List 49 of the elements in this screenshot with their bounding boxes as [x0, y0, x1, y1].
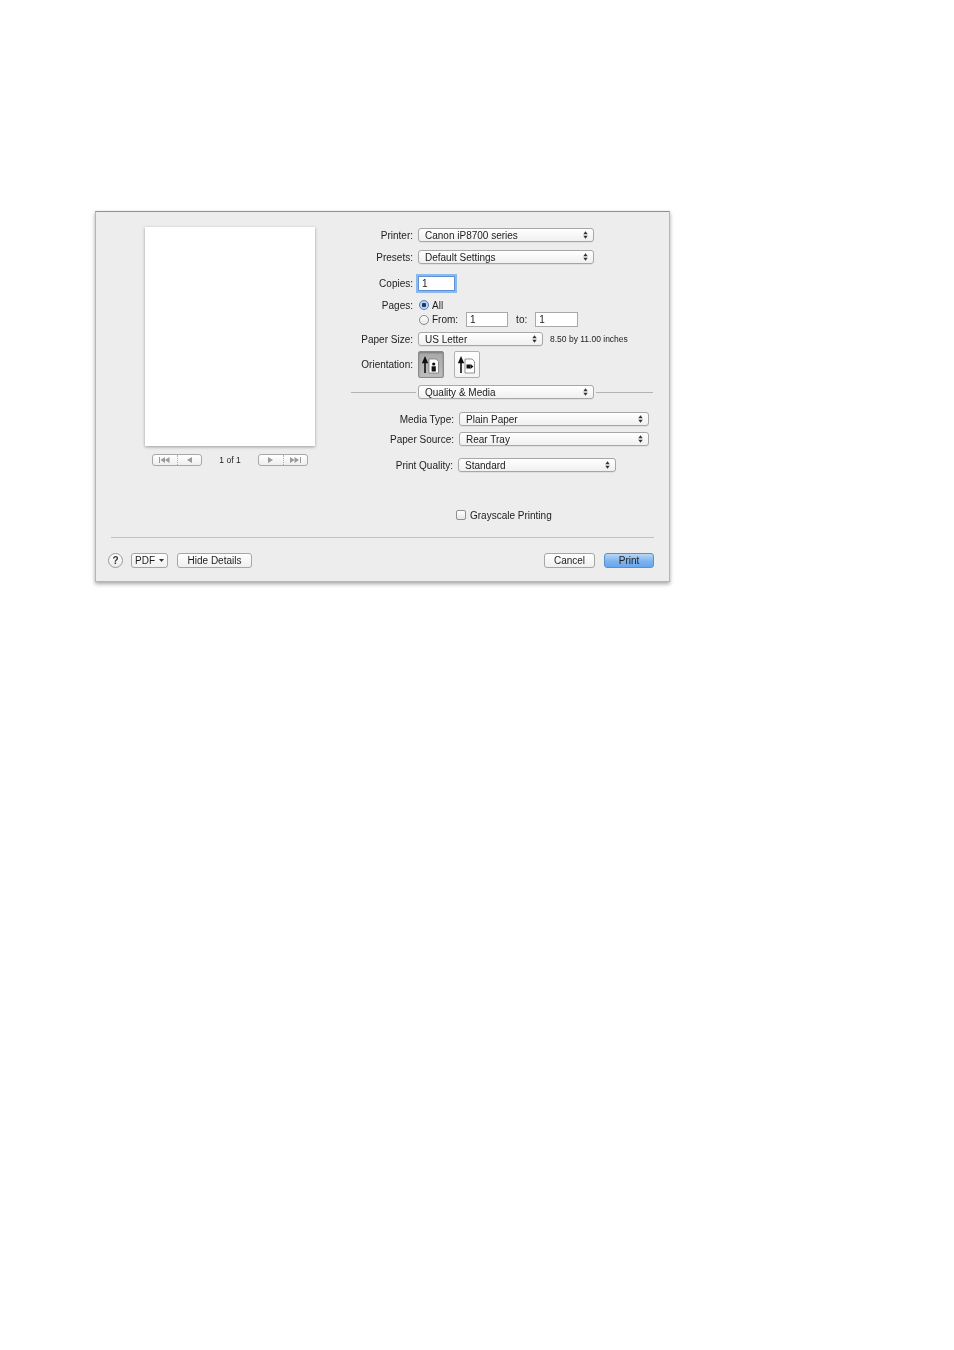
- up-down-arrows-icon: [605, 461, 610, 469]
- dialog-button[interactable]: Cancel: [544, 552, 595, 568]
- paper-dimensions: 8.50 by 11.00 inches: [550, 334, 628, 344]
- printer-popup[interactable]: Canon iP8700 series: [418, 228, 594, 242]
- media-type-label: Media Type:: [398, 413, 454, 425]
- portrait-page-icon: [422, 355, 440, 374]
- up-down-arrows-icon: [583, 253, 588, 261]
- caret-icon: [159, 558, 164, 562]
- radio-label: All: [432, 299, 444, 311]
- radio-button[interactable]: [419, 314, 429, 325]
- paper-source-popup[interactable]: Rear Tray: [459, 432, 649, 446]
- hide-details-button[interactable]: Hide Details: [177, 552, 252, 568]
- presets-popup[interactable]: Default Settings: [418, 250, 594, 264]
- to-label: to:: [516, 314, 528, 325]
- print-quality-popup[interactable]: Standard: [458, 458, 616, 472]
- up-down-arrows-icon: [638, 415, 643, 423]
- print-quality-label: Print Quality:: [394, 459, 453, 471]
- landscape-page-icon: [458, 355, 476, 374]
- pages-label: Pages:: [380, 299, 413, 311]
- portrait-button[interactable]: [418, 351, 444, 378]
- printer-label: Printer:: [379, 229, 413, 241]
- triangle-left-icon: [186, 457, 192, 463]
- up-down-arrows-icon: [532, 335, 537, 343]
- paper-size-popup[interactable]: US Letter: [418, 332, 543, 346]
- copies-field[interactable]: 1: [418, 276, 455, 291]
- from-page-field[interactable]: 1: [466, 312, 509, 327]
- panel-popup[interactable]: Quality & Media: [418, 385, 594, 399]
- to-page-field[interactable]: 1: [535, 312, 579, 327]
- radio-button[interactable]: [419, 300, 429, 310]
- grayscale-label: Grayscale Printing: [470, 509, 552, 521]
- help-button[interactable]: ?: [108, 552, 123, 568]
- presets-label: Presets:: [375, 251, 413, 263]
- up-down-arrows-icon: [638, 435, 643, 443]
- up-down-arrows-icon: [583, 231, 588, 239]
- landscape-button[interactable]: [454, 351, 480, 378]
- skip-to-end-icon: [289, 457, 301, 463]
- up-down-arrows-icon: [583, 388, 588, 396]
- checkbox[interactable]: [456, 510, 466, 520]
- skip-to-start-icon: [159, 457, 171, 463]
- default-button[interactable]: Print: [604, 552, 654, 568]
- media-type-popup[interactable]: Plain Paper: [459, 412, 649, 426]
- page-indicator: 1 of 1: [218, 455, 242, 465]
- copies-label: Copies:: [378, 278, 413, 289]
- radio-label: From:: [432, 314, 459, 325]
- pdf-button[interactable]: PDF: [131, 552, 168, 568]
- triangle-right-icon: [268, 457, 274, 463]
- paper-size-label: Paper Size:: [360, 333, 413, 345]
- paper-source-label: Paper Source:: [389, 433, 454, 445]
- orientation-label: Orientation:: [360, 359, 413, 370]
